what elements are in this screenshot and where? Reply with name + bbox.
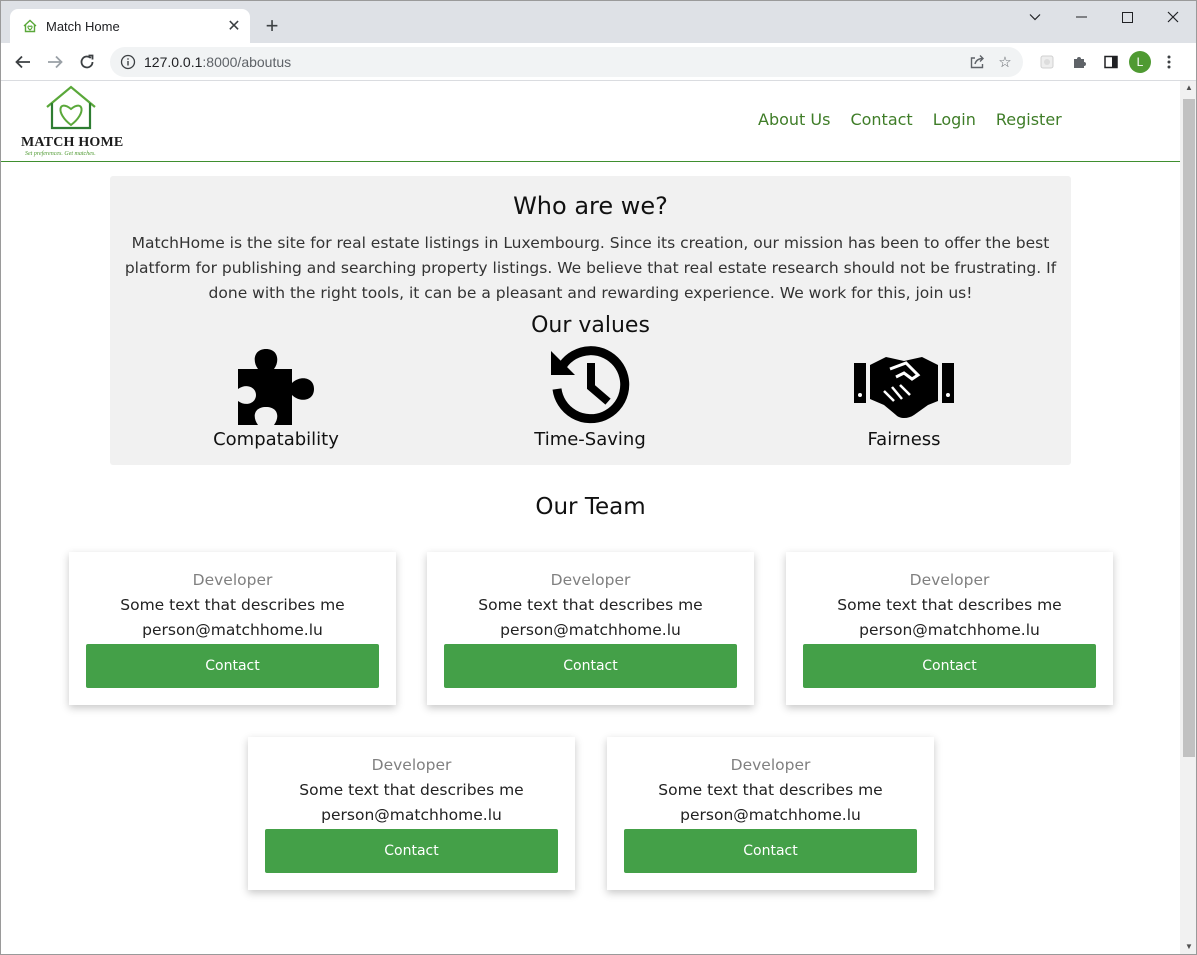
team-title: Our Team	[535, 494, 646, 520]
member-email: person@matchhome.lu	[859, 621, 1040, 639]
contact-button[interactable]: Contact	[803, 644, 1096, 688]
team-card: Developer Some text that describes me pe…	[248, 737, 575, 890]
puzzle-extensions-icon[interactable]	[1065, 48, 1093, 76]
back-arrow-icon[interactable]	[9, 48, 37, 76]
nav-login[interactable]: Login	[933, 110, 976, 129]
handshake-icon	[854, 357, 954, 418]
member-role: Developer	[371, 756, 452, 774]
page-viewport: MATCH HOME Set preferences. Get matches.…	[1, 81, 1180, 954]
value-fairness: Fairness	[804, 345, 1004, 450]
member-role: Developer	[909, 571, 990, 589]
main-nav: About Us Contact Login Register	[758, 110, 1062, 129]
reload-icon[interactable]	[73, 48, 101, 76]
address-bar[interactable]: 127.0.0.1:8000/aboutus ☆	[110, 47, 1023, 77]
minimize-icon[interactable]	[1058, 1, 1104, 33]
member-description: Some text that describes me	[837, 596, 1062, 614]
nav-about-us[interactable]: About Us	[758, 110, 830, 129]
extension-icon[interactable]	[1033, 48, 1061, 76]
forward-arrow-icon[interactable]	[41, 48, 69, 76]
menu-kebab-icon[interactable]	[1155, 48, 1183, 76]
contact-button[interactable]: Contact	[86, 644, 379, 688]
member-email: person@matchhome.lu	[321, 806, 502, 824]
member-description: Some text that describes me	[299, 781, 524, 799]
scroll-up-arrow-icon[interactable]: ▲	[1180, 83, 1196, 95]
contact-button[interactable]: Contact	[265, 829, 558, 873]
puzzle-icon	[238, 349, 314, 425]
scroll-thumb[interactable]	[1183, 99, 1195, 757]
member-email: person@matchhome.lu	[680, 806, 861, 824]
value-label: Time-Saving	[534, 429, 646, 450]
contact-button[interactable]: Contact	[444, 644, 737, 688]
close-window-icon[interactable]	[1150, 1, 1196, 33]
member-description: Some text that describes me	[120, 596, 345, 614]
history-icon	[551, 346, 630, 424]
browser-tab[interactable]: Match Home ✕	[10, 9, 250, 43]
tab-close-icon[interactable]: ✕	[222, 14, 246, 38]
about-title: Who are we?	[513, 192, 668, 220]
url-text[interactable]: 127.0.0.1:8000/aboutus	[144, 54, 291, 70]
url-path: :8000/aboutus	[202, 54, 292, 70]
house-heart-logo-icon	[46, 85, 96, 130]
team-card: Developer Some text that describes me pe…	[607, 737, 934, 890]
team-card: Developer Some text that describes me pe…	[69, 552, 396, 705]
member-email: person@matchhome.lu	[500, 621, 681, 639]
side-panel-icon[interactable]	[1097, 48, 1125, 76]
about-panel: Who are we? MatchHome is the site for re…	[110, 176, 1071, 465]
nav-register[interactable]: Register	[996, 110, 1062, 129]
site-info-icon[interactable]	[120, 54, 136, 70]
value-time-saving: Time-Saving	[490, 345, 690, 450]
member-role: Developer	[192, 571, 273, 589]
logo-tagline: Set preferences. Get matches.	[25, 151, 96, 157]
logo-wordmark: MATCH HOME	[21, 135, 124, 150]
profile-avatar[interactable]: L	[1129, 51, 1151, 73]
tab-search-chevron-icon[interactable]	[1012, 1, 1058, 33]
browser-window: Match Home ✕ + 127.0.0.1:8000/aboutus ☆ …	[0, 0, 1197, 955]
page-scrollbar[interactable]: ▲ ▼	[1180, 81, 1196, 954]
house-favicon-icon	[23, 19, 37, 33]
value-label: Fairness	[867, 429, 941, 450]
browser-toolbar: 127.0.0.1:8000/aboutus ☆ L	[1, 43, 1196, 81]
member-role: Developer	[550, 571, 631, 589]
bookmark-star-icon[interactable]: ☆	[993, 50, 1017, 74]
site-logo[interactable]: MATCH HOME Set preferences. Get matches.	[19, 85, 129, 159]
maximize-icon[interactable]	[1104, 1, 1150, 33]
url-host: 127.0.0.1	[144, 54, 203, 70]
scroll-down-arrow-icon[interactable]: ▼	[1180, 942, 1196, 954]
team-card: Developer Some text that describes me pe…	[786, 552, 1113, 705]
team-card: Developer Some text that describes me pe…	[427, 552, 754, 705]
tab-strip: Match Home ✕ +	[1, 1, 1196, 43]
site-header: MATCH HOME Set preferences. Get matches.…	[1, 81, 1180, 162]
value-label: Compatability	[213, 429, 339, 450]
tab-title: Match Home	[46, 18, 120, 34]
about-text: MatchHome is the site for real estate li…	[124, 234, 1057, 302]
member-email: person@matchhome.lu	[142, 621, 323, 639]
member-description: Some text that describes me	[478, 596, 703, 614]
member-description: Some text that describes me	[658, 781, 883, 799]
new-tab-icon[interactable]: +	[259, 13, 285, 39]
member-role: Developer	[730, 756, 811, 774]
values-title: Our values	[531, 313, 650, 338]
contact-button[interactable]: Contact	[624, 829, 917, 873]
share-icon[interactable]	[965, 50, 989, 74]
nav-contact[interactable]: Contact	[850, 110, 912, 129]
value-compatability: Compatability	[176, 345, 376, 450]
